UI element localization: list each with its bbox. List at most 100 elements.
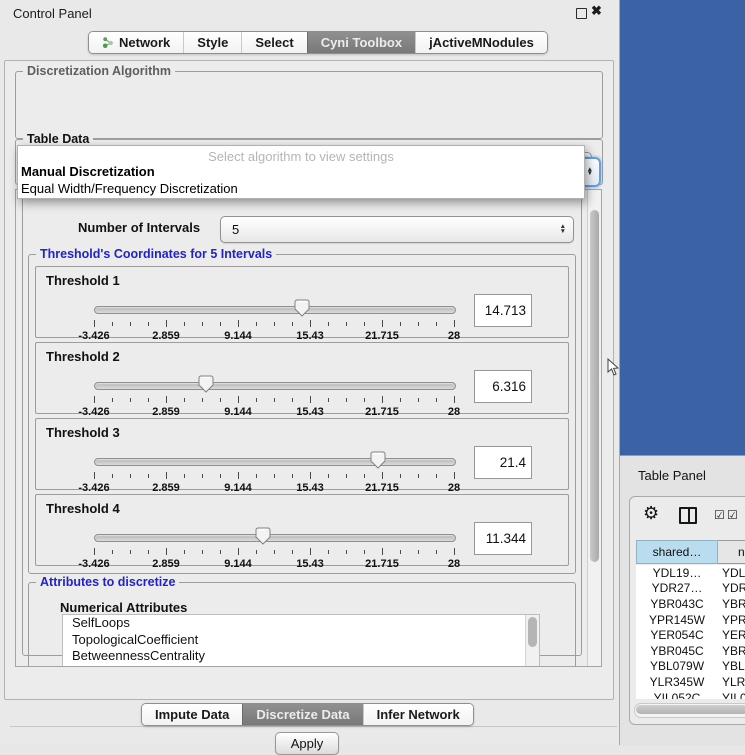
slider-tick	[256, 474, 257, 478]
numerical-attributes-list: SelfLoopsTopologicalCoefficientBetweenne…	[62, 614, 540, 667]
cell-name: YIL0	[718, 691, 745, 699]
slider-tick	[130, 550, 131, 554]
tab-infer-network[interactable]: Infer Network	[363, 704, 473, 725]
checkbox-icon[interactable]: ☑	[727, 508, 738, 522]
column-header-shared[interactable]: shared…	[636, 540, 718, 564]
threshold-value-input[interactable]: 14.713	[474, 294, 532, 327]
float-window-icon[interactable]	[576, 8, 587, 19]
threshold-value-input[interactable]: 21.4	[474, 446, 532, 479]
cell-name: YBR0	[718, 644, 745, 658]
cell-shared-name: YIL052C	[636, 691, 718, 699]
tick-label: 21.715	[365, 482, 399, 494]
slider-track[interactable]	[94, 458, 456, 466]
slider-tick	[364, 322, 365, 326]
algorithm-popup: Select algorithm to view settings Manual…	[17, 145, 585, 199]
table-row[interactable]: YPR145WYPR1	[636, 612, 745, 628]
threshold-value-input[interactable]: 6.316	[474, 370, 532, 403]
tab-network[interactable]: Network	[89, 32, 183, 53]
tab-cyni-toolbox[interactable]: Cyni Toolbox	[307, 32, 415, 53]
cell-name: YBL0	[718, 659, 745, 673]
threshold-panel-2: Threshold 2-3.4262.8599.14415.4321.71528…	[35, 342, 569, 414]
slider-handle[interactable]	[294, 299, 310, 317]
number-of-intervals-combo[interactable]: 5 ▲▼	[220, 216, 574, 243]
attribute-item-betweennesscentrality[interactable]: BetweennessCentrality	[63, 648, 539, 665]
tick-label: 28	[448, 330, 460, 342]
horizontal-scrollbar[interactable]	[634, 703, 745, 718]
close-icon[interactable]: ✖	[591, 3, 602, 19]
scrollbar-thumb[interactable]	[636, 705, 745, 714]
slider-tick	[166, 320, 167, 327]
tick-label: 2.859	[152, 558, 180, 570]
slider-tick	[112, 550, 113, 554]
attribute-item-selfloops[interactable]: SelfLoops	[63, 615, 539, 632]
threshold-slider[interactable]: -3.4262.8599.14415.4321.71528	[94, 455, 454, 497]
tick-label: 21.715	[365, 330, 399, 342]
slider-tick	[184, 398, 185, 402]
threshold-slider[interactable]: -3.4262.8599.14415.4321.71528	[94, 531, 454, 573]
table-row[interactable]: YIL052CYIL0	[636, 690, 745, 699]
group-title: Discretization Algorithm	[23, 64, 175, 79]
slider-track[interactable]	[94, 382, 456, 390]
slider-handle[interactable]	[255, 527, 271, 545]
tab-label: jActiveMNodules	[429, 35, 534, 50]
threshold-value-input[interactable]: 11.344	[474, 522, 532, 555]
table-row[interactable]: YBR045CYBR0	[636, 643, 745, 659]
slider-tick	[310, 320, 311, 327]
tick-label: 15.43	[296, 330, 324, 342]
cell-shared-name: YPR145W	[636, 613, 718, 627]
algorithm-option-manual-discretization[interactable]: Manual Discretization	[18, 163, 584, 180]
window-title: Control Panel	[13, 6, 92, 21]
tab-select[interactable]: Select	[241, 32, 306, 53]
slider-ticks	[94, 472, 454, 481]
slider-tick	[328, 322, 329, 326]
table-rows: YDL19…YDL1YDR27…YDR2YBR043CYBR0YPR145WYP…	[636, 565, 745, 699]
slider-handle[interactable]	[370, 451, 386, 469]
attribute-item-topologicalcoefficient[interactable]: TopologicalCoefficient	[63, 632, 539, 649]
table-row[interactable]: YBR043CYBR0	[636, 596, 745, 612]
apply-button[interactable]: Apply	[275, 732, 339, 755]
slider-tick	[148, 398, 149, 402]
settings-scrollbar[interactable]	[587, 190, 601, 666]
slider-track[interactable]	[94, 534, 456, 542]
table-header-row: shared… n	[636, 540, 745, 564]
slider-tick	[364, 398, 365, 402]
tab-impute-data[interactable]: Impute Data	[142, 704, 242, 725]
table-row[interactable]: YLR345WYLR3	[636, 674, 745, 690]
slider-tick	[346, 322, 347, 326]
slider-track[interactable]	[94, 306, 456, 314]
slider-tick	[220, 474, 221, 478]
cell-name: YDL1	[718, 566, 745, 580]
list-scrollbar[interactable]	[525, 615, 539, 667]
checkbox-icon[interactable]: ☑	[714, 508, 725, 522]
tick-label: 28	[448, 482, 460, 494]
tab-jactivemnodules[interactable]: jActiveMNodules	[415, 32, 547, 53]
threshold-slider[interactable]: -3.4262.8599.14415.4321.71528	[94, 379, 454, 421]
scrollbar-thumb[interactable]	[528, 617, 537, 647]
settings-scrollpane: Interval Definition Number of Intervals …	[15, 189, 602, 667]
slider-tick	[94, 320, 95, 327]
column-header-name[interactable]: n	[718, 540, 745, 564]
slider-tick	[346, 474, 347, 478]
slider-handle[interactable]	[198, 375, 214, 393]
slider-tick	[400, 550, 401, 554]
slider-tick	[130, 398, 131, 402]
split-view-icon[interactable]	[679, 507, 697, 524]
slider-tick	[220, 322, 221, 326]
slider-tick	[328, 474, 329, 478]
tab-style[interactable]: Style	[183, 32, 241, 53]
scrollbar-thumb[interactable]	[590, 210, 599, 562]
tab-discretize-data[interactable]: Discretize Data	[242, 704, 362, 725]
gear-icon[interactable]: ⚙	[643, 503, 659, 524]
table-row[interactable]: YBL079WYBL0	[636, 659, 745, 675]
popup-hint: Select algorithm to view settings	[18, 146, 584, 163]
algorithm-option-equal-width-frequency-discretization[interactable]: Equal Width/Frequency Discretization	[18, 180, 584, 197]
slider-tick	[310, 548, 311, 555]
tick-label: -3.426	[78, 330, 109, 342]
table-row[interactable]: YER054CYER0	[636, 627, 745, 643]
table-row[interactable]: YDL19…YDL1	[636, 565, 745, 581]
tick-label: 15.43	[296, 558, 324, 570]
network-view-panel: GAL80GACGAL11GAL4GCY1HHAP2	[620, 0, 745, 455]
table-row[interactable]: YDR27…YDR2	[636, 581, 745, 597]
slider-tick	[256, 398, 257, 402]
threshold-slider[interactable]: -3.4262.8599.14415.4321.71528	[94, 303, 454, 345]
